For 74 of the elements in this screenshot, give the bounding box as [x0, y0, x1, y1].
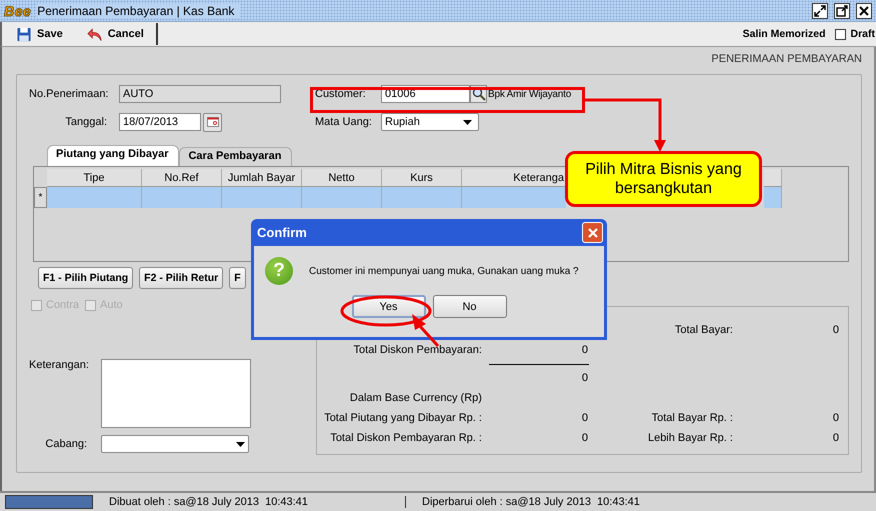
dialog-button[interactable]: No	[432, 295, 506, 318]
save-button[interactable]: Save	[10, 24, 69, 44]
total-label: Lebih Bayar Rp. :	[648, 432, 733, 444]
table-cell[interactable]	[764, 187, 782, 208]
question-icon: ?	[265, 257, 293, 285]
callout: Pilih Mitra Bisnis yang bersangkutan	[565, 151, 762, 207]
floppy-icon	[16, 26, 32, 42]
notes-label: Keterangan:	[29, 359, 90, 373]
total-label: Total Bayar:	[674, 324, 733, 336]
window-title: Penerimaan Pembayaran | Kas Bank	[37, 4, 240, 18]
form-title: PENERIMAAN PEMBAYARAN	[710, 53, 862, 65]
column-header[interactable]: Keteranga	[462, 169, 566, 187]
caret-icon	[236, 442, 245, 446]
total-label: Total Piutang yang Dibayar Rp. :	[324, 412, 482, 424]
field-label: Mata Uang:	[314, 116, 373, 128]
copy-memorized-label: Salin Memorized	[742, 28, 826, 40]
undo-arrow-icon	[86, 26, 103, 42]
customer-name: Bpk Amir Wijayanto	[488, 88, 572, 100]
draft-label: Draft	[850, 28, 875, 40]
close-button[interactable]	[582, 222, 603, 243]
total-value: 0	[582, 412, 588, 424]
action-button[interactable]: F1 - Pilih Piutang	[38, 267, 134, 289]
currency-dropdown[interactable]: Rupiah	[381, 113, 479, 131]
receipt-number-field[interactable]: AUTO	[119, 85, 281, 103]
logo: Bee	[4, 2, 32, 18]
column-header[interactable]: Kurs	[382, 169, 462, 187]
notes-field[interactable]	[101, 359, 251, 428]
table-cell[interactable]	[302, 187, 382, 208]
tab[interactable]: Cara Pembayaran	[179, 147, 292, 166]
table-cell[interactable]	[142, 187, 222, 208]
total-label: Total Diskon Pembayaran:	[354, 344, 482, 356]
maximize-icon[interactable]	[834, 2, 850, 18]
date-field[interactable]: 18/07/2013	[119, 113, 201, 131]
dialog-message: Customer ini mempunyai uang muka, Gunakan uang muka ?	[309, 266, 579, 276]
action-button[interactable]: F2 - Pilih Retur	[139, 267, 224, 289]
total-value: 0	[832, 412, 839, 424]
column-header[interactable]: No.Ref	[142, 169, 222, 187]
section-heading: Dalam Base Currency (Rp)	[350, 392, 482, 404]
pointer-arrow	[412, 314, 440, 347]
table-cell[interactable]	[47, 187, 142, 208]
draft-checkbox[interactable]	[835, 28, 846, 40]
caret-icon	[463, 120, 472, 124]
table-cell[interactable]	[462, 187, 566, 208]
row-marker: *	[34, 187, 47, 208]
total-value: 0	[582, 432, 588, 444]
dialog-title: Confirm	[257, 225, 307, 240]
cancel-button[interactable]: Cancel	[80, 24, 150, 44]
tab[interactable]: Piutang yang Dibayar	[47, 145, 180, 166]
total-value: 0	[832, 324, 839, 336]
column-header[interactable]	[764, 169, 782, 187]
field-label: Customer:	[314, 88, 367, 100]
action-button[interactable]: F	[229, 267, 246, 289]
column-header[interactable]: Tipe	[47, 169, 142, 187]
total-label: Total Diskon Pembayaran Rp. :	[330, 432, 482, 444]
updated-info: Diperbarui oleh : sa@18 July 2013 10:43:41	[421, 496, 641, 508]
field-label: Tanggal:	[64, 116, 108, 128]
close-icon	[586, 226, 598, 238]
total-value: 0	[582, 344, 588, 356]
restore-icon[interactable]	[812, 2, 828, 18]
search-icon	[472, 87, 486, 101]
table-cell[interactable]	[382, 187, 462, 208]
total-value: 0	[832, 432, 839, 444]
field-label: No.Penerimaan:	[29, 88, 110, 100]
calendar-button[interactable]	[203, 112, 222, 132]
total-value: 0	[582, 372, 588, 384]
created-info: Dibuat oleh : sa@18 July 2013 10:43:41	[93, 496, 406, 508]
branch-label: Cabang:	[44, 438, 88, 450]
branch-dropdown[interactable]	[101, 435, 249, 453]
close-icon[interactable]	[856, 2, 872, 18]
column-header[interactable]: Jumlah Bayar	[222, 169, 302, 187]
table-cell[interactable]	[222, 187, 302, 208]
calendar-icon	[206, 117, 218, 127]
column-header[interactable]: Netto	[302, 169, 382, 187]
total-label: Total Bayar Rp. :	[652, 412, 733, 424]
